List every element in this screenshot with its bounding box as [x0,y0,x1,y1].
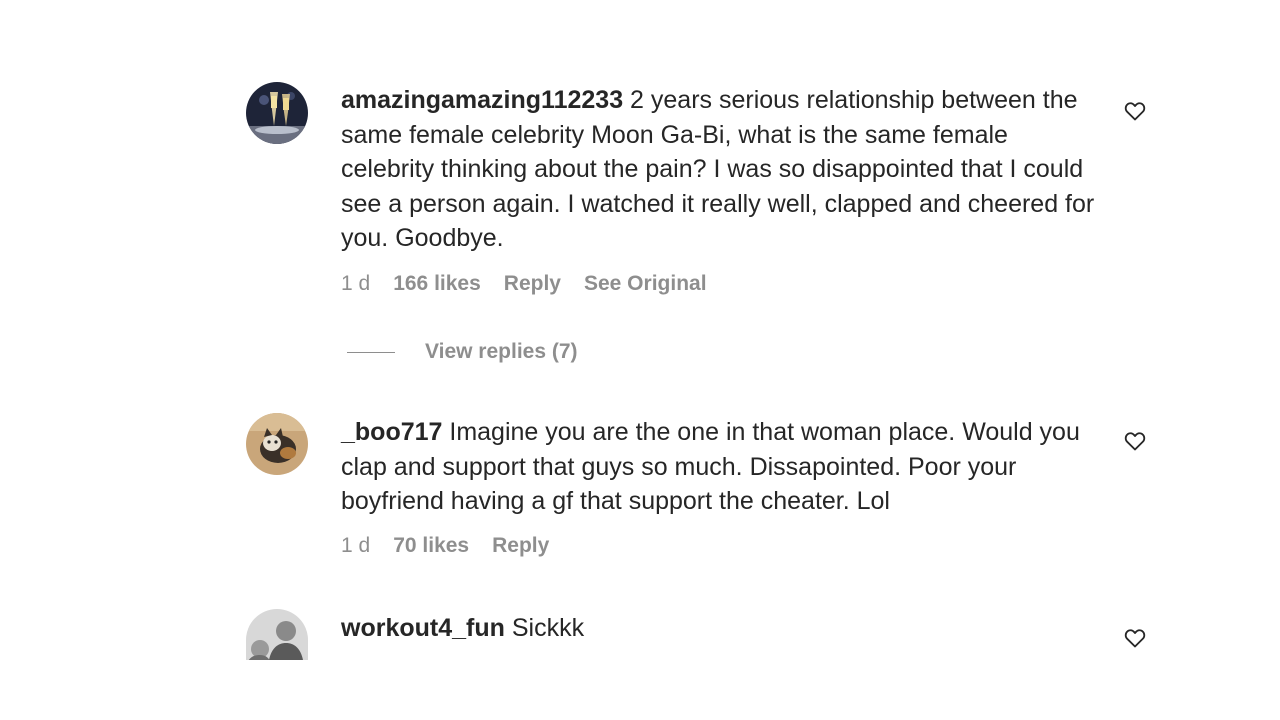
user-avatar[interactable] [246,413,308,475]
comment-likes[interactable]: 166 likes [393,272,481,296]
user-avatar[interactable] [246,82,308,144]
comment-time: 1 d [341,534,371,557]
comment-body: _boo717 Imagine you are the one in that … [341,415,1101,519]
comment-username[interactable]: amazingamazing112233 [341,86,623,114]
comment-text: Sickkk [504,614,585,642]
person-avatar-icon [246,609,308,660]
comment-username[interactable]: workout4_fun [341,614,505,642]
comment-likes[interactable]: 70 likes [393,534,469,558]
comment-item: workout4_fun Sickkk [246,609,1150,660]
view-replies-divider [347,351,395,353]
see-original-button[interactable]: See Original [584,272,707,296]
comment-body: workout4_fun Sickkk [341,611,1101,646]
like-heart-icon[interactable] [1123,99,1147,123]
user-avatar[interactable] [246,609,308,660]
comment-meta: 1 d 166 likes Reply See Original [341,272,730,296]
comment-text: Imagine you are the one in that woman pl… [341,418,1080,515]
cat-avatar-icon [246,413,308,475]
champagne-glasses-avatar-icon [246,82,308,144]
comment-meta: 1 d 70 likes Reply [341,534,572,558]
reply-button[interactable]: Reply [504,272,561,296]
comment-time: 1 d [341,272,371,295]
like-heart-icon[interactable] [1123,429,1147,453]
view-replies-button[interactable]: View replies (7) [347,340,578,364]
like-heart-icon[interactable] [1123,626,1147,650]
comment-username[interactable]: _boo717 [341,418,442,446]
reply-button[interactable]: Reply [492,534,549,558]
comment-body: amazingamazing112233 2 years serious rel… [341,83,1101,256]
view-replies-label: View replies (7) [425,340,578,363]
